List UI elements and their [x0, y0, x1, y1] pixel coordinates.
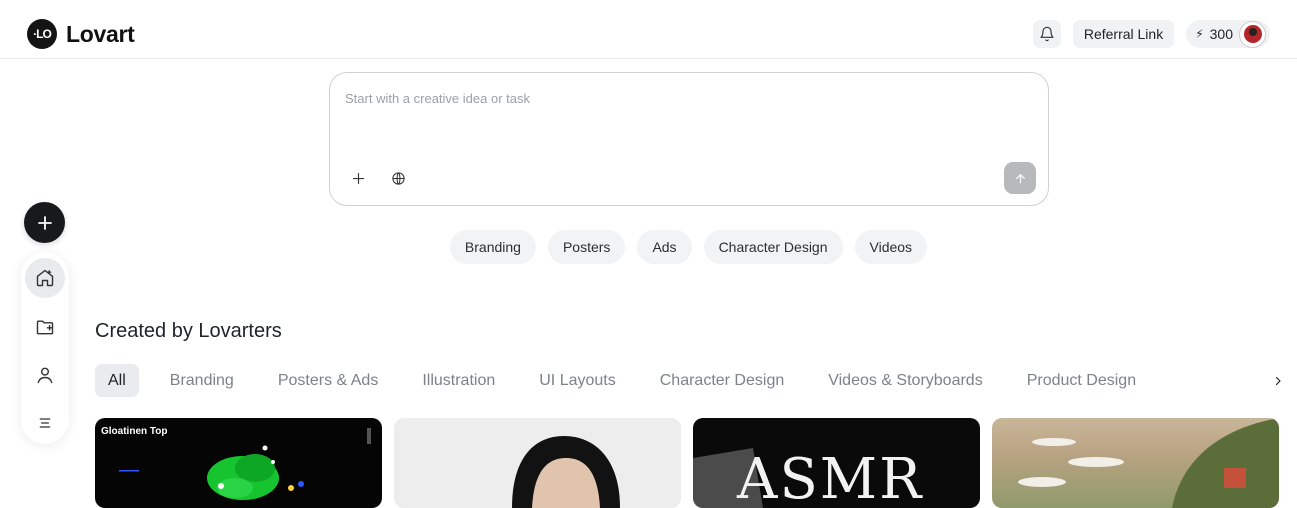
logo-mark: ·LO: [27, 19, 57, 49]
card-title: ASMR: [737, 447, 924, 508]
prompt-box: [329, 72, 1049, 206]
sidebar-nav: [21, 252, 69, 444]
user-icon: [37, 367, 53, 384]
referral-link-button[interactable]: Referral Link: [1072, 20, 1175, 48]
sidebar-item-projects[interactable]: [25, 307, 65, 347]
avatar[interactable]: [1239, 20, 1266, 48]
quick-category-chips: Branding Posters Ads Character Design Vi…: [0, 230, 1297, 264]
sidebar-item-profile[interactable]: [25, 355, 65, 395]
chevron-right-icon: [1275, 376, 1281, 386]
brand-name: Lovart: [66, 20, 135, 47]
top-bar: ·LO Lovart Referral Link ⚡ 300: [0, 0, 1297, 59]
home-icon: [36, 269, 54, 287]
brand-logo[interactable]: ·LO Lovart: [27, 19, 135, 49]
tab-illustration[interactable]: Illustration: [409, 364, 508, 397]
chip-ads[interactable]: Ads: [637, 230, 692, 264]
tab-branding[interactable]: Branding: [157, 364, 247, 397]
chip-videos[interactable]: Videos: [854, 230, 928, 264]
web-search-button[interactable]: [387, 167, 409, 189]
notifications-button[interactable]: [1032, 20, 1061, 48]
tab-posters-ads[interactable]: Posters & Ads: [265, 364, 392, 397]
sidebar-item-menu[interactable]: [25, 403, 65, 443]
attach-button[interactable]: [347, 167, 369, 189]
filters-scroll-right-button[interactable]: [1269, 372, 1287, 390]
arrow-up-icon: [1015, 173, 1025, 183]
folder-plus-icon: [36, 320, 54, 335]
tab-ui-layouts[interactable]: UI Layouts: [526, 364, 628, 397]
plus-icon: [352, 172, 364, 184]
chip-branding[interactable]: Branding: [449, 230, 536, 264]
tab-character-design[interactable]: Character Design: [647, 364, 798, 397]
chip-character-design[interactable]: Character Design: [703, 230, 843, 264]
menu-icon: [39, 418, 51, 428]
chip-posters[interactable]: Posters: [547, 230, 626, 264]
tab-product-design[interactable]: Product Design: [1014, 364, 1149, 397]
tab-videos-storyboards[interactable]: Videos & Storyboards: [815, 364, 995, 397]
globe-icon: [391, 171, 405, 185]
prompt-input[interactable]: [345, 91, 1025, 106]
tab-all[interactable]: All: [95, 364, 139, 397]
sidebar-item-home[interactable]: [25, 258, 65, 298]
send-button[interactable]: [1004, 162, 1036, 194]
gallery-filter-tabs: All Branding Posters & Ads Illustration …: [95, 364, 1167, 397]
bell-icon: [1040, 26, 1054, 42]
credits-count: 300: [1209, 26, 1233, 42]
plus-icon: [37, 215, 52, 230]
section-title: Created by Lovarters: [95, 320, 282, 342]
bolt-icon: ⚡: [1195, 27, 1204, 41]
credits-badge[interactable]: ⚡ 300: [1186, 20, 1270, 48]
